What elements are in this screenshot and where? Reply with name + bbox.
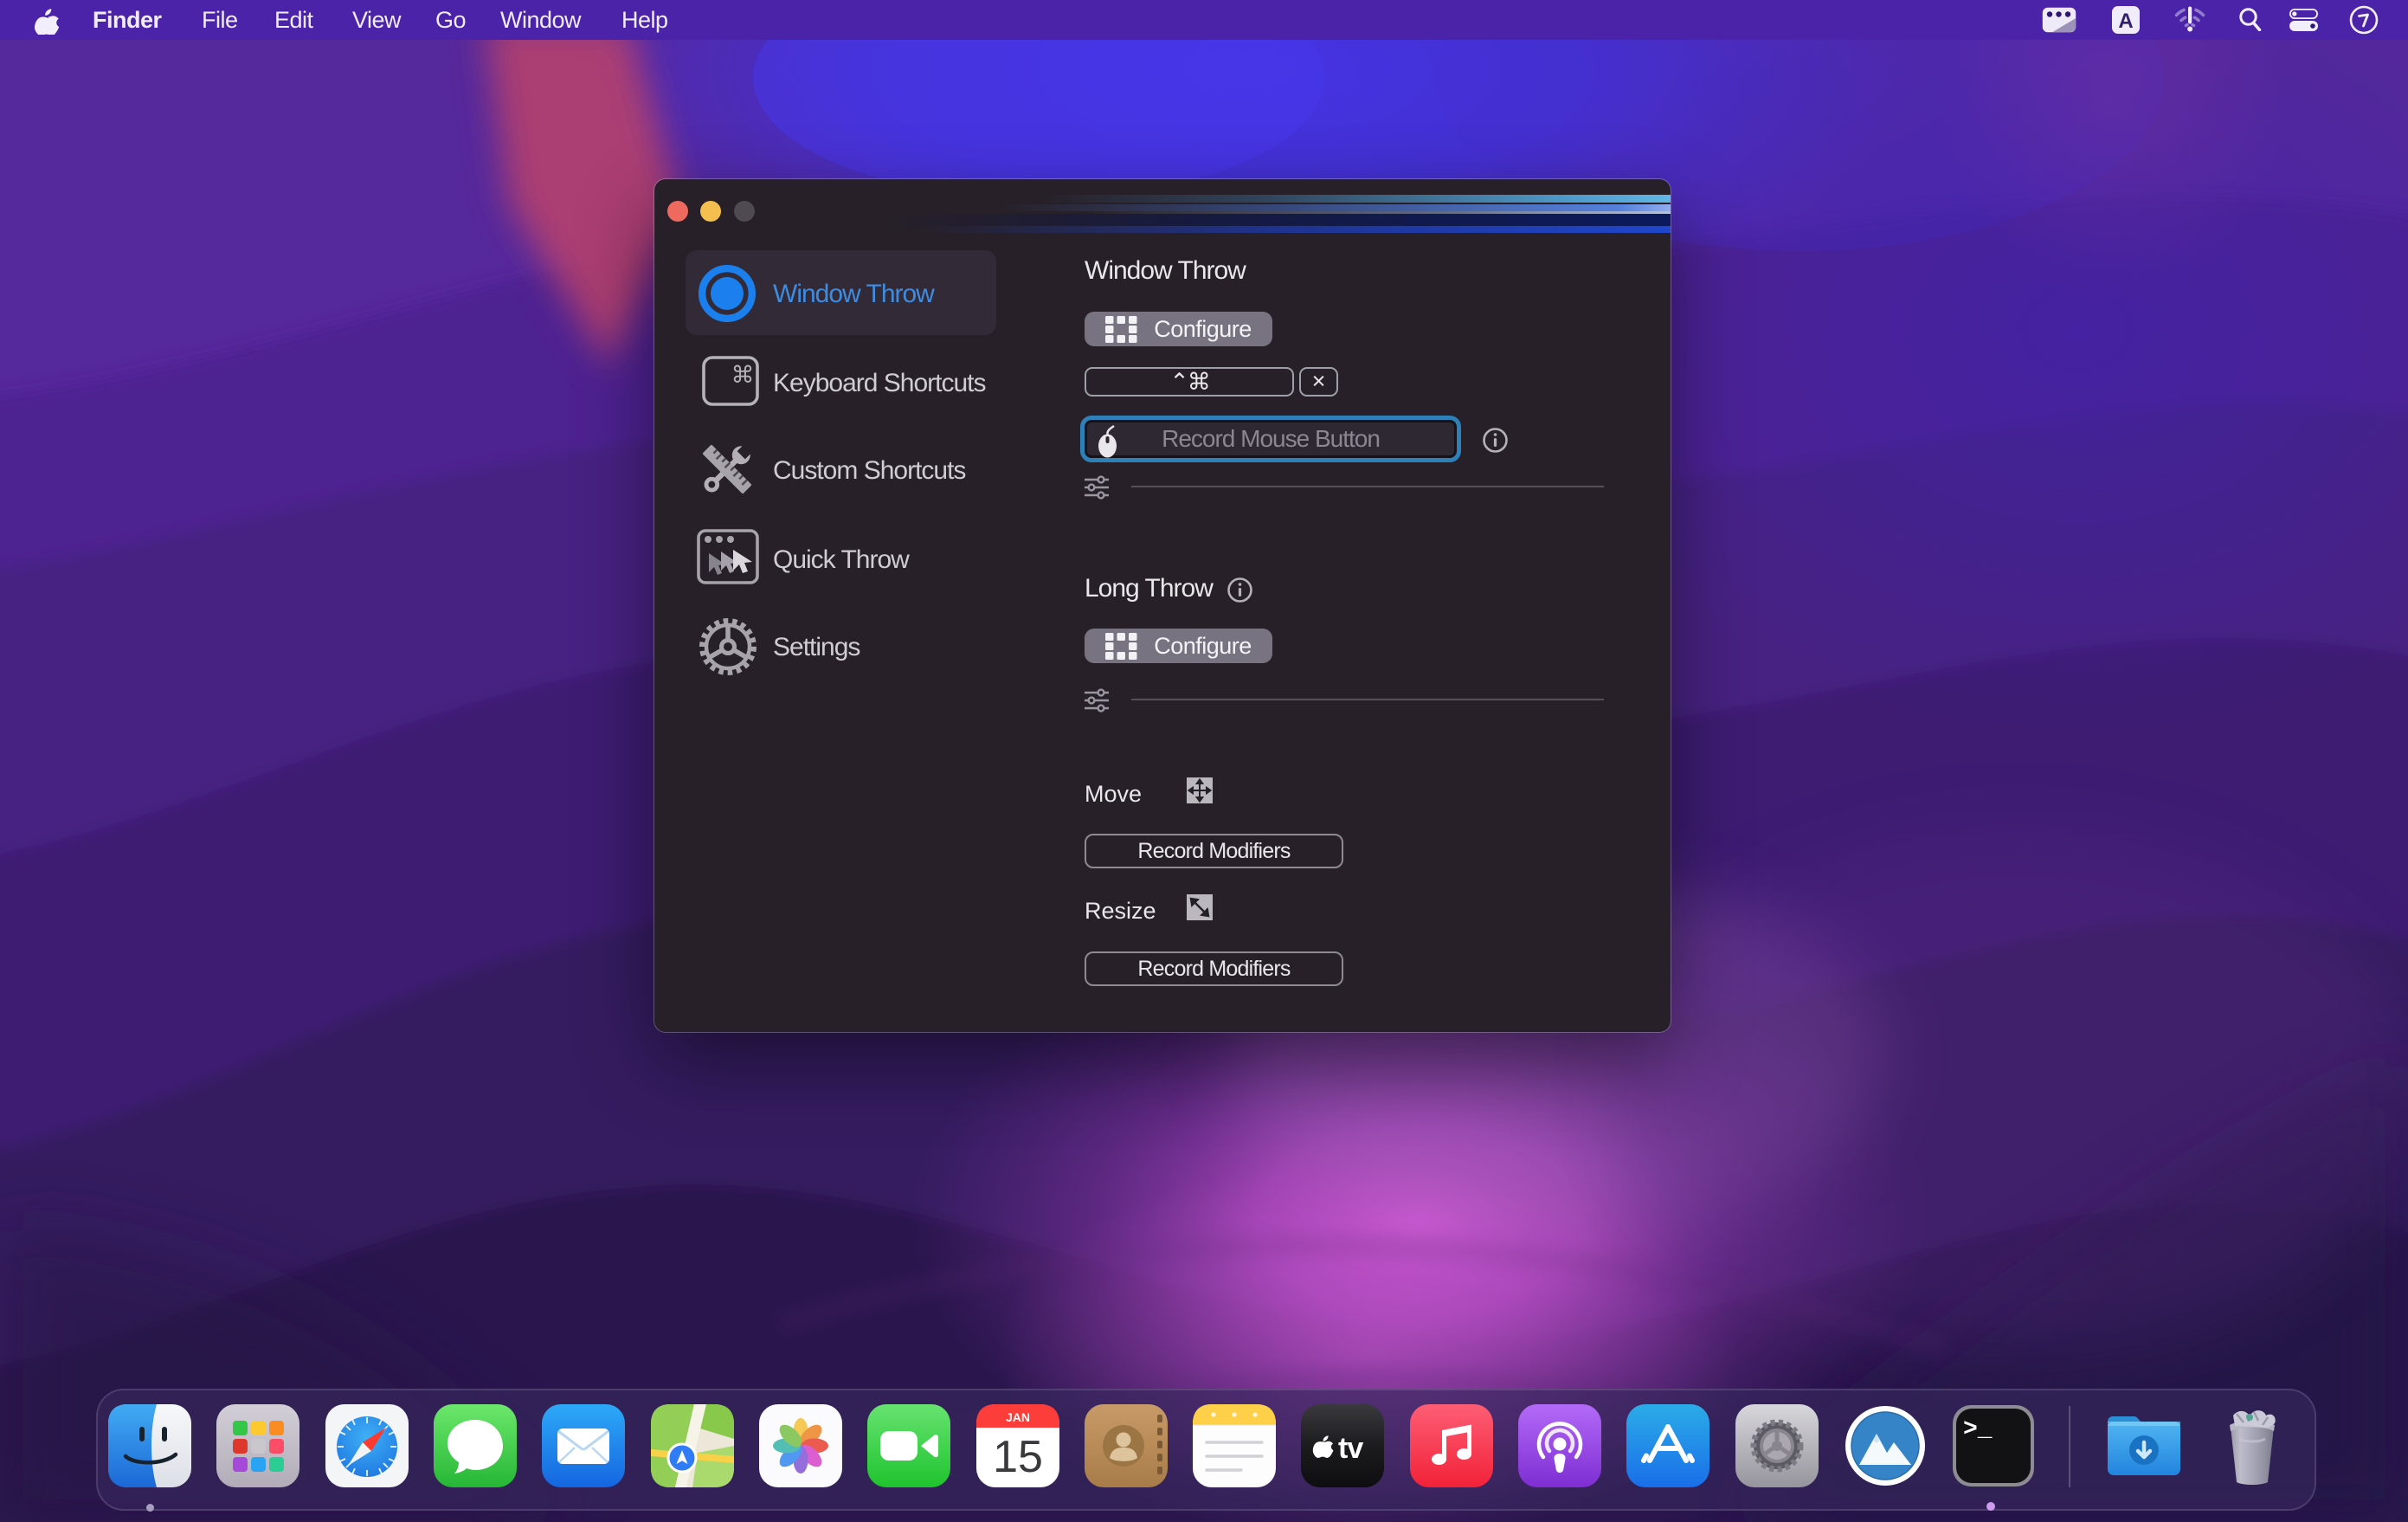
svg-text:A: A xyxy=(2118,10,2133,33)
svg-text:15: 15 xyxy=(993,1432,1043,1482)
svg-text:>_: >_ xyxy=(1963,1416,1993,1443)
svg-text:JAN: JAN xyxy=(1006,1410,1030,1424)
svg-text:tv: tv xyxy=(1338,1432,1363,1465)
svg-text:⌘: ⌘ xyxy=(731,362,755,388)
